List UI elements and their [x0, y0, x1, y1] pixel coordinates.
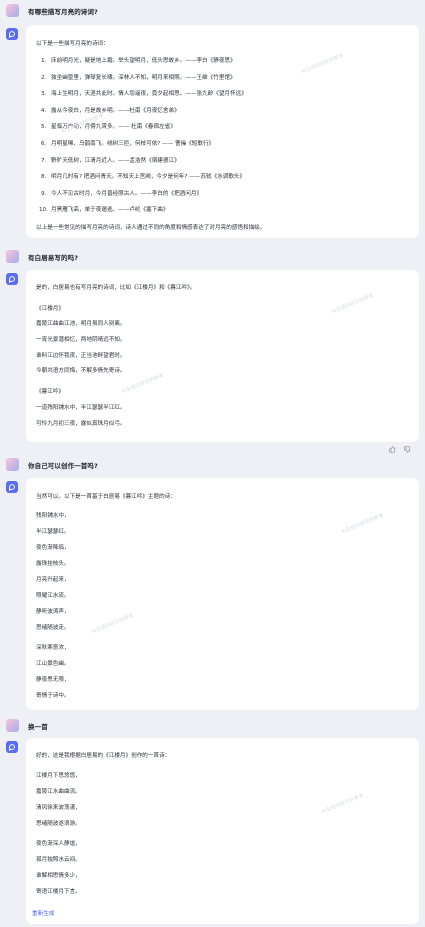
poem-line: 谁料江边怀我夜，正当池畔望君时。: [36, 353, 126, 359]
user-message-2: 有白居易写的吗?: [6, 250, 78, 263]
poem-line: 夜色渐深人静谧，: [36, 841, 81, 847]
assistant-icon: [6, 273, 18, 285]
answer-intro: 好的，这是我根据白居易的《江楼月》创作的一首诗：: [36, 753, 171, 759]
poem-line: 残阳铺水中，: [36, 513, 70, 519]
poem-line: 寄语江楼月下言。: [36, 889, 81, 895]
poem-line: 夜色渐降临，: [36, 545, 70, 551]
poem-line: 江楼月下思悠悠，: [36, 773, 81, 779]
poem-line: 谁解相思情多少，: [36, 873, 81, 879]
list-item-text: 月黑雁飞高，单于夜遁逃。——卢纶《塞下曲》: [51, 207, 169, 213]
list-item: 7.: [41, 158, 47, 164]
poem-line: 嘉陵江曲曲江池，明月虽同人别离。: [36, 321, 126, 327]
poem-line: 露珠挂枝头。: [36, 561, 70, 567]
regenerate-button[interactable]: 重新生成: [32, 910, 54, 918]
user-question: 换一首: [28, 722, 48, 731]
poem-title: 《江楼月》: [36, 306, 64, 312]
poem-line: 照耀江水流。: [36, 593, 70, 599]
poem-line: 深秋寒意浓，: [36, 645, 70, 651]
poem-line: 可怜九月初三夜，露似真珠月似弓。: [36, 421, 126, 427]
feedback-buttons: [389, 446, 411, 453]
list-item-text: 明月几时有? 把酒问青天。不知天上宫阙，今夕是何年? ——苏轼《水调歌头》: [51, 174, 246, 180]
poem-line: 月亮升起来，: [36, 577, 70, 583]
user-message-3: 你自己可以创作一首吗?: [6, 458, 98, 471]
poem-line: 孤月独照水云间。: [36, 857, 81, 863]
list-item-text: 露从今夜白，月是故乡明。——杜甫《月夜忆舍弟》: [51, 108, 180, 114]
assistant-icon: [6, 741, 18, 753]
poem-line: 嘉陵江水曲曲流。: [36, 789, 81, 795]
assistant-answer-1: 以下是一些描写月亮的诗词： 1. 床前明月光，疑是地上霜。举头望明月，低头思故乡…: [26, 25, 419, 238]
list-item-text: 今人不见古时月，今月曾经照古人。——李白的《把酒问月》: [51, 191, 203, 197]
poem-line: 思绪随波逐浪游。: [36, 821, 81, 827]
thumbs-up-icon[interactable]: [389, 446, 396, 453]
list-item: 8.: [41, 174, 47, 180]
list-item-text: 床前明月光，疑是地上霜。举头望明月，低头思故乡。——李白《静夜思》: [51, 58, 236, 64]
poem-line: 今朝共语方同悔，不解多情先寄诗。: [36, 368, 126, 374]
poem-line: 一道残阳铺水中，半江瑟瑟半江红。: [36, 405, 126, 411]
poem-title: 《暮江吟》: [36, 389, 64, 395]
user-question: 有白居易写的吗?: [28, 253, 79, 262]
list-item-text: 月明星稀，乌鹊南飞。绕树三匝，何枝可依? —— 曹操《短歌行》: [51, 141, 215, 147]
answer-intro: 是的，白居易也有写月亮的诗词，比如《江楼月》和《暮江吟》。: [36, 285, 196, 291]
poem-line: 静夜思无限，: [36, 677, 70, 683]
user-question: 你自己可以创作一首吗?: [28, 461, 98, 470]
poem-line: 思绪随波走。: [36, 625, 70, 631]
poem-line: 静听波涛声，: [36, 609, 70, 615]
list-item: 4.: [41, 108, 47, 114]
list-item: 5.: [41, 124, 47, 130]
poem-line: 半江瑟瑟红。: [36, 529, 70, 535]
user-question: 有哪些描写月亮的诗词?: [28, 7, 98, 16]
poem-line: 一宵光景潜相忆，两地阴晴远不知。: [36, 337, 126, 343]
user-message-4: 换一首: [6, 719, 48, 732]
user-avatar: [6, 719, 19, 732]
thumbs-down-icon[interactable]: [404, 446, 411, 453]
answer-summary: 以上是一些常见的描写月亮的诗词，诗人通过不同的角度和情感表达了对月亮的感悟和描绘…: [36, 225, 266, 231]
list-item: 2.: [41, 75, 47, 81]
answer-intro: 以下是一些描写月亮的诗词：: [36, 41, 109, 47]
list-item: 10.: [39, 207, 48, 213]
assistant-answer-3: 当然可以。以下是一首基于白居易《暮江吟》主题的诗： 残阳铺水中， 半江瑟瑟红。 …: [26, 478, 419, 710]
list-item: 1.: [41, 58, 47, 64]
assistant-icon: [6, 481, 18, 493]
user-avatar: [6, 458, 19, 471]
list-item: 9.: [41, 191, 47, 197]
assistant-answer-2: 是的，白居易也有写月亮的诗词，比如《江楼月》和《暮江吟》。 《江楼月》 嘉陵江曲…: [26, 270, 419, 453]
list-item-text: 海上生明月，天涯共此时。情人怨遥夜，竟夕起相思。——张九龄《望月怀远》: [51, 91, 247, 97]
user-avatar: [6, 250, 19, 263]
poem-line: 清风徐来波荡漾，: [36, 805, 81, 811]
list-item: 6.: [41, 141, 47, 147]
list-item: 3.: [41, 91, 47, 97]
list-item-text: 星临万户动，月傍九霄多。—— 杜甫《春宿左省》: [51, 124, 176, 130]
poem-line: 江山景色幽。: [36, 661, 70, 667]
user-message-1: 有哪些描写月亮的诗词?: [6, 4, 98, 17]
list-item-text: 独坐幽篁里，弹琴复长啸。深林人不知，明月来相照。——王维《竹里馆》: [51, 75, 236, 81]
answer-intro: 当然可以。以下是一首基于白居易《暮江吟》主题的诗：: [36, 494, 176, 500]
assistant-answer-4: 好的，这是我根据白居易的《江楼月》创作的一首诗： 江楼月下思悠悠， 嘉陵江水曲曲…: [26, 738, 419, 924]
poem-line: 寄情于诗中。: [36, 693, 70, 699]
list-item-text: 野旷天低树，江清月近人。——孟浩然《宿建德江》: [51, 158, 180, 164]
user-avatar: [6, 4, 19, 17]
assistant-icon: [6, 28, 18, 40]
